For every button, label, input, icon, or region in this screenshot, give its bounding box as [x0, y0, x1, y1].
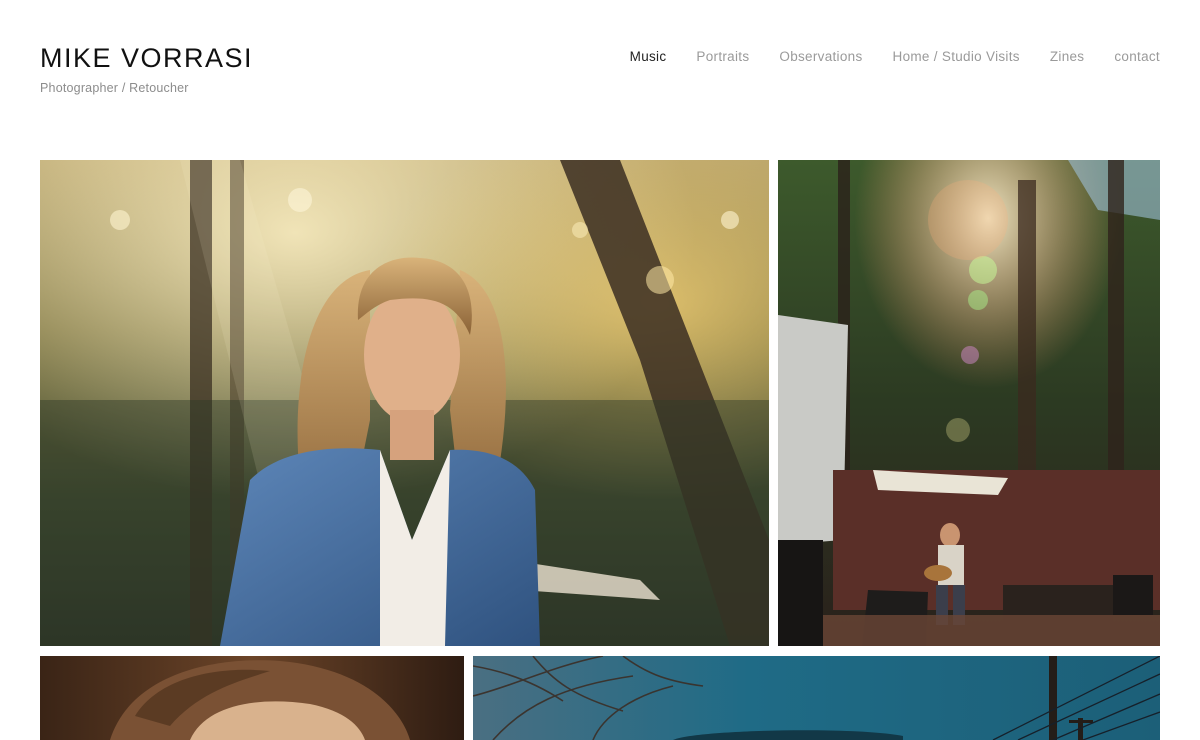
gallery-photo-portrait-closeup[interactable] — [40, 656, 464, 740]
nav-item-contact[interactable]: contact — [1114, 49, 1160, 64]
nav-item-zines[interactable]: Zines — [1050, 49, 1085, 64]
forest-stage-image — [778, 160, 1160, 646]
nav-item-portraits[interactable]: Portraits — [696, 49, 749, 64]
site-header: MIKE VORRASI Photographer / Retoucher Mu… — [40, 40, 1160, 110]
gallery-photo-forest-portrait[interactable] — [40, 160, 769, 646]
gallery-photo-forest-stage[interactable] — [778, 160, 1160, 646]
gallery-photo-power-lines[interactable] — [473, 656, 1160, 740]
forest-portrait-image — [40, 160, 769, 646]
nav-item-observations[interactable]: Observations — [779, 49, 862, 64]
portrait-closeup-image — [40, 656, 464, 740]
main-nav: Music Portraits Observations Home / Stud… — [630, 49, 1160, 64]
nav-item-home-studio-visits[interactable]: Home / Studio Visits — [893, 49, 1020, 64]
site-subtitle: Photographer / Retoucher — [40, 81, 189, 95]
nav-item-music[interactable]: Music — [630, 49, 667, 64]
power-lines-image — [473, 656, 1160, 740]
page: MIKE VORRASI Photographer / Retoucher Mu… — [0, 0, 1200, 740]
site-title-link[interactable]: MIKE VORRASI — [40, 42, 253, 74]
